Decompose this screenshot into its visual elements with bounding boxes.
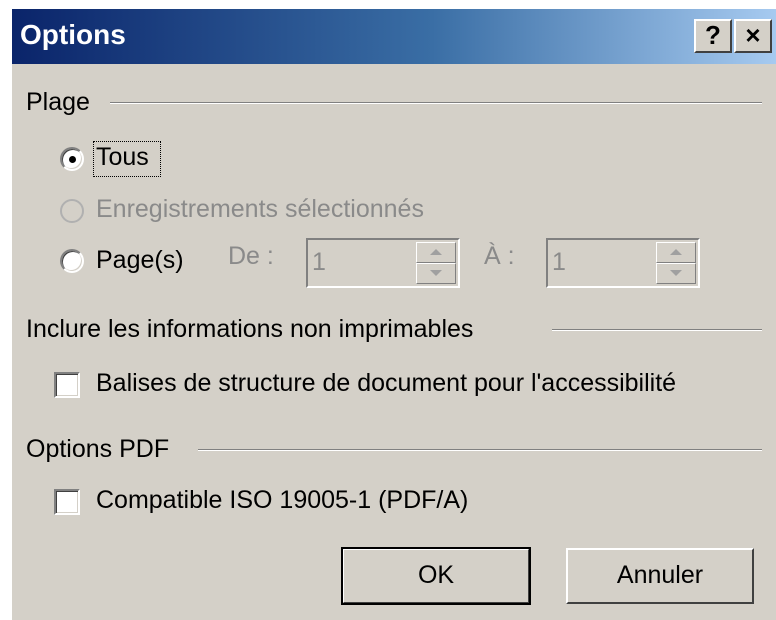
cancel-button-label: Annuler <box>616 561 704 589</box>
radio-selected-records <box>60 199 84 223</box>
to-decrement-button[interactable] <box>656 263 696 284</box>
window-title: Options <box>20 19 126 50</box>
options-dialog: Options ? × Plage Tous Enregistrements s… <box>12 8 776 620</box>
arrow-up-icon <box>430 249 442 255</box>
to-value: 1 <box>552 248 566 276</box>
radio-all-dot <box>69 156 76 163</box>
tags-checkbox[interactable] <box>54 372 80 398</box>
arrow-down-icon <box>670 270 682 276</box>
from-increment-button[interactable] <box>416 242 456 263</box>
range-separator <box>110 102 762 104</box>
cancel-button[interactable]: Annuler <box>566 548 754 604</box>
from-decrement-button[interactable] <box>416 263 456 284</box>
pdf-group-label: Options PDF <box>26 435 170 463</box>
nonprint-separator <box>552 329 762 331</box>
radio-all[interactable] <box>60 147 84 171</box>
iso-checkbox-label: Compatible ISO 19005-1 (PDF/A) <box>96 486 469 514</box>
iso-checkbox[interactable] <box>54 489 80 515</box>
help-button[interactable]: ? <box>694 19 732 53</box>
from-label: De : <box>228 242 274 270</box>
arrow-down-icon <box>430 270 442 276</box>
close-button[interactable]: × <box>734 19 772 53</box>
title-bar[interactable]: Options ? × <box>12 9 776 64</box>
help-icon: ? <box>705 20 721 50</box>
radio-selected-records-label: Enregistrements sélectionnés <box>96 195 424 223</box>
from-spin-buttons <box>416 242 456 284</box>
nonprint-group-label: Inclure les informations non imprimables <box>26 315 474 343</box>
to-label: À : <box>484 242 515 270</box>
arrow-up-icon <box>670 249 682 255</box>
close-icon: × <box>745 20 761 50</box>
from-value: 1 <box>312 248 326 276</box>
radio-all-label: Tous <box>96 143 149 171</box>
radio-pages-label: Page(s) <box>96 246 184 274</box>
range-group-label: Plage <box>26 88 90 116</box>
tags-checkbox-label: Balises de structure de document pour l'… <box>96 369 677 397</box>
ok-button[interactable]: OK <box>341 547 531 605</box>
to-increment-button[interactable] <box>656 242 696 263</box>
radio-pages[interactable] <box>60 249 84 273</box>
ok-button-label: OK <box>417 561 455 589</box>
pdf-separator <box>198 449 762 451</box>
to-spinbox[interactable]: 1 <box>546 238 700 288</box>
from-spinbox[interactable]: 1 <box>306 238 460 288</box>
to-spin-buttons <box>656 242 696 284</box>
